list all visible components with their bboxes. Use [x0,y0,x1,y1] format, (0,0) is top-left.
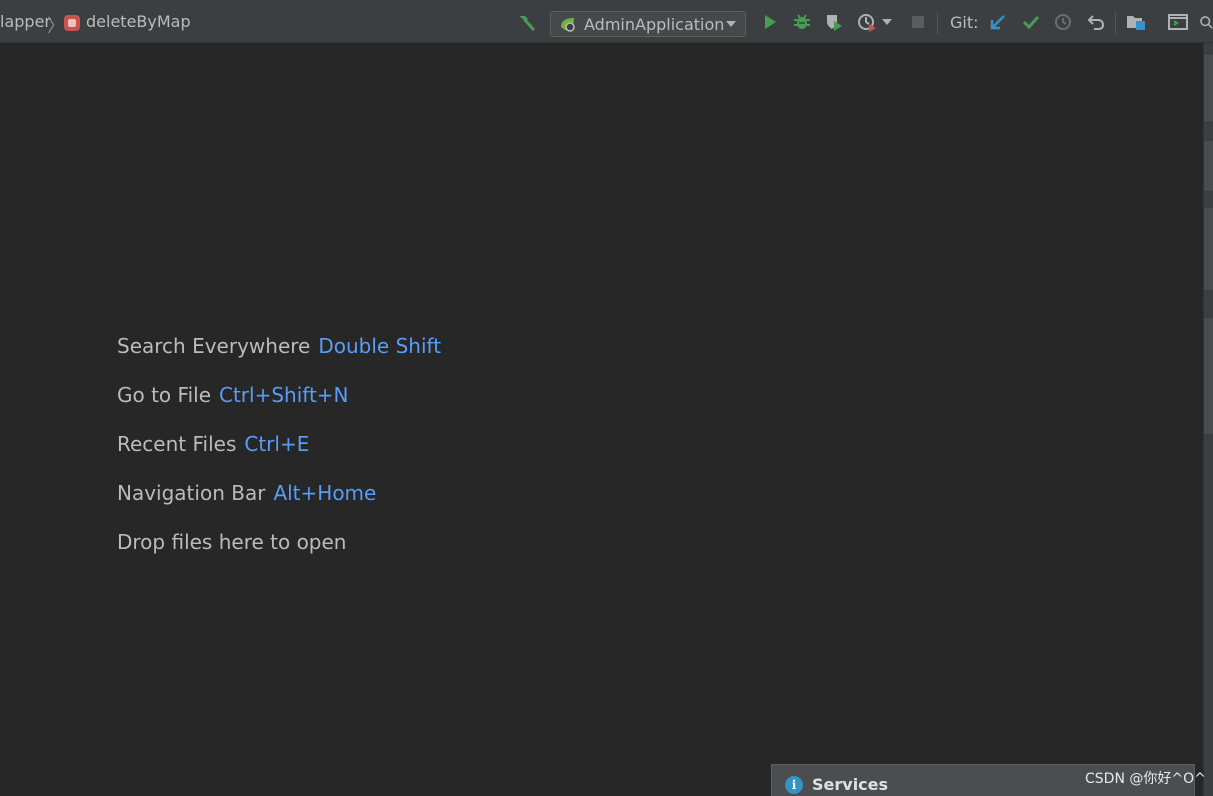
breadcrumb-separator-icon: 〉 [47,16,65,37]
maven-tool-tab[interactable] [1204,55,1213,121]
hint-recent-files: Recent Files Ctrl+E [117,428,441,477]
hint-label: Search Everywhere [117,334,311,358]
hint-label: Recent Files [117,432,237,456]
breadcrumb-method[interactable]: deleteByMap [86,0,191,43]
spring-boot-icon [561,18,575,32]
chevron-down-icon [726,21,736,27]
hint-shortcut: Alt+Home [273,481,377,505]
hint-go-to-file: Go to File Ctrl+Shift+N [117,379,441,428]
run-with-coverage-icon[interactable] [824,12,844,32]
git-label: Git: [950,13,979,32]
hint-shortcut: Ctrl+E [244,432,310,456]
project-structure-icon[interactable] [1126,12,1146,32]
hint-label: Drop files here to open [117,530,347,554]
debug-bug-icon[interactable] [792,12,812,32]
watermark: CSDN @你好^O^ [1085,771,1206,787]
git-rollback-icon[interactable] [1086,12,1106,32]
toolbar-separator [1115,12,1116,34]
hint-shortcut: Double Shift [318,334,442,358]
git-update-icon[interactable] [988,12,1008,32]
database-tool-tab[interactable] [1204,208,1213,290]
hint-shortcut: Ctrl+Shift+N [219,383,349,407]
hint-drop-files: Drop files here to open [117,526,441,575]
hint-label: Navigation Bar [117,481,266,505]
info-icon: i [785,776,803,794]
bean-validation-tool-tab[interactable] [1204,318,1213,434]
profiler-icon[interactable] [857,12,877,32]
git-commit-check-icon[interactable] [1021,12,1041,32]
right-tool-window-strip [1203,43,1213,796]
toolbar-separator [937,12,938,34]
run-configuration-select[interactable]: AdminApplication [550,11,746,37]
xml-tool-tab[interactable] [1204,141,1213,191]
terminal-icon[interactable] [1168,12,1188,32]
services-title: Services [812,775,889,794]
hint-navigation-bar: Navigation Bar Alt+Home [117,477,441,526]
hint-search-everywhere: Search Everywhere Double Shift [117,330,441,379]
navigation-toolbar: lapper 〉 deleteByMap AdminApplication Gi… [0,0,1213,43]
search-icon[interactable] [1199,12,1213,32]
profiler-dropdown-icon[interactable] [881,12,893,32]
stop-icon[interactable] [908,12,928,32]
build-hammer-icon[interactable] [516,12,536,32]
mapper-icon [64,15,80,31]
breadcrumb-mapper[interactable]: lapper [0,0,51,43]
run-icon[interactable] [760,12,780,32]
hint-label: Go to File [117,383,211,407]
git-history-clock-icon[interactable] [1053,12,1073,32]
empty-editor-hints: Search Everywhere Double Shift Go to File… [117,330,441,575]
run-configuration-label: AdminApplication [584,14,725,34]
